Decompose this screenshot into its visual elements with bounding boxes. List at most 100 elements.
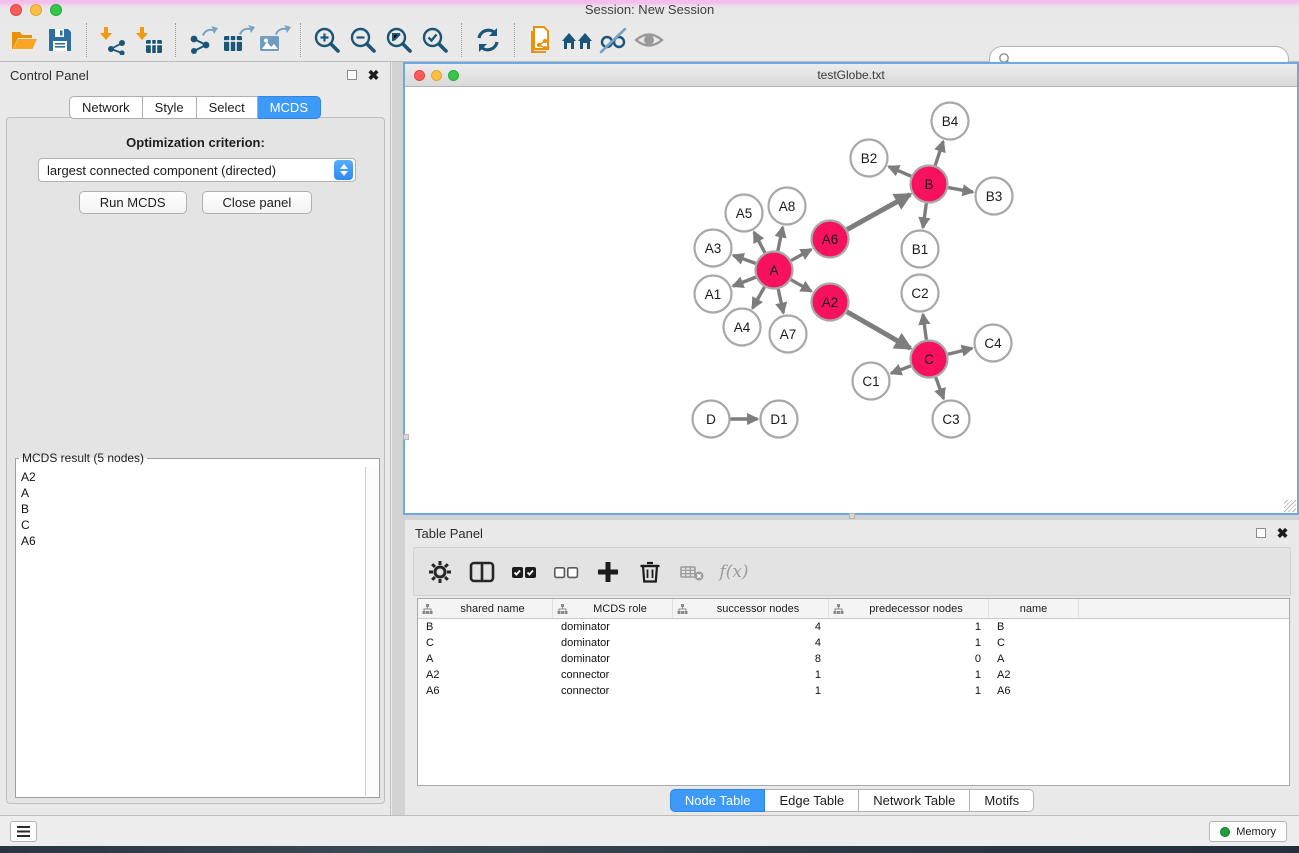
import-network-icon[interactable] [95,22,131,58]
mcds-result-item[interactable]: A6 [21,533,361,549]
node-C4[interactable]: C4 [975,325,1012,362]
node-B2[interactable]: B2 [851,140,888,177]
function-builder-icon[interactable]: f(x) [720,558,748,586]
node-B1[interactable]: B1 [902,231,939,268]
node-A[interactable]: A [756,252,793,289]
hide-selected-icon[interactable] [595,22,631,58]
table-cell[interactable]: 1 [829,637,989,649]
node-A7[interactable]: A7 [770,316,807,353]
table-row[interactable]: A2connector11A2 [418,667,1289,683]
table-cell[interactable]: 1 [829,685,989,697]
tab-select[interactable]: Select [197,96,258,119]
edge-A-A6[interactable] [791,249,811,260]
mcds-result-item[interactable]: A [21,485,361,501]
table-cell[interactable]: 1 [673,669,829,681]
column-header-successor-nodes[interactable]: successor nodes [673,599,829,618]
table-cell[interactable]: 1 [829,621,989,633]
edge-C-C1[interactable] [891,366,911,373]
zoom-selected-icon[interactable] [417,22,453,58]
node-B[interactable]: B [911,166,948,203]
splitter-handle[interactable] [849,513,855,519]
zoom-in-icon[interactable] [309,22,345,58]
node-D[interactable]: D [693,401,730,438]
mcds-result-list[interactable]: A2ABCA6 [17,467,365,796]
node-A5[interactable]: A5 [726,195,763,232]
edge-A2-C[interactable] [847,312,910,349]
column-header-name[interactable]: name [989,599,1079,618]
node-A2[interactable]: A2 [812,284,849,321]
network-canvas[interactable]: B4B2BB3A8A5A6A3B1AC2A1A2A4A7C4CC1C3DD1 [405,87,1297,513]
table-row[interactable]: Cdominator41C [418,635,1289,651]
tab-node-table[interactable]: Node Table [670,789,766,812]
table-cell[interactable]: C [418,637,553,649]
mcds-result-item[interactable]: A2 [21,469,361,485]
tab-network-table[interactable]: Network Table [859,789,970,812]
node-C3[interactable]: C3 [933,401,970,438]
edge-C-C3[interactable] [936,377,944,399]
import-table-icon[interactable] [131,22,167,58]
export-table-icon[interactable] [220,22,256,58]
float-panel-icon[interactable] [345,69,358,82]
node-C2[interactable]: C2 [902,275,939,312]
table-row[interactable]: A6connector11A6 [418,683,1289,699]
table-cell[interactable]: 1 [673,685,829,697]
edge-B-B4[interactable] [935,141,943,165]
split-table-icon[interactable] [468,558,496,586]
delete-column-icon[interactable] [636,558,664,586]
table-cell[interactable]: connector [553,685,673,697]
table-cell[interactable]: A [418,653,553,665]
node-A6[interactable]: A6 [812,221,849,258]
tab-edge-table[interactable]: Edge Table [765,789,859,812]
close-panel-icon[interactable]: ✖ [367,69,380,82]
export-image-icon[interactable] [256,22,292,58]
close-panel-button[interactable]: Close panel [202,191,313,214]
edge-C-C4[interactable] [948,348,972,354]
network-window-titlebar[interactable]: testGlobe.txt [405,64,1297,87]
edge-B-B2[interactable] [889,167,911,177]
table-cell[interactable]: C [989,637,1079,649]
splitter-handle[interactable] [403,434,409,440]
save-session-icon[interactable] [42,22,78,58]
table-cell[interactable]: A [989,653,1079,665]
node-C[interactable]: C [911,341,948,378]
table-cell[interactable]: A2 [418,669,553,681]
table-cell[interactable]: 0 [829,653,989,665]
show-hidden-icon[interactable] [631,22,667,58]
edge-A6-B[interactable] [847,194,910,229]
node-A4[interactable]: A4 [724,309,761,346]
table-cell[interactable]: dominator [553,621,673,633]
table-cell[interactable]: 4 [673,621,829,633]
refresh-layout-icon[interactable] [470,22,506,58]
node-C1[interactable]: C1 [853,363,890,400]
table-cell[interactable]: 8 [673,653,829,665]
edge-B-B1[interactable] [923,203,926,227]
table-cell[interactable]: A6 [418,685,553,697]
mcds-result-scrollbar[interactable] [365,467,378,796]
edge-A-A1[interactable] [733,277,756,286]
select-all-icon[interactable] [510,558,538,586]
table-settings-icon[interactable] [426,558,454,586]
mcds-result-item[interactable]: C [21,517,361,533]
zoom-out-icon[interactable] [345,22,381,58]
export-network-icon[interactable] [184,22,220,58]
table-cell[interactable]: dominator [553,653,673,665]
table-cell[interactable]: B [418,621,553,633]
mcds-result-item[interactable]: B [21,501,361,517]
node-D1[interactable]: D1 [761,401,798,438]
table-cell[interactable]: dominator [553,637,673,649]
first-neighbors-icon[interactable] [559,22,595,58]
close-panel-icon[interactable]: ✖ [1276,527,1289,540]
tab-network[interactable]: Network [69,96,143,119]
task-history-button[interactable] [10,821,37,842]
edge-A-A4[interactable] [753,287,765,308]
edge-B-B3[interactable] [948,188,973,193]
table-cell[interactable]: B [989,621,1079,633]
edge-A-A8[interactable] [778,227,783,251]
criterion-dropdown[interactable]: largest connected component (directed) [38,158,356,182]
tab-mcds[interactable]: MCDS [258,96,321,119]
new-network-from-selection-icon[interactable] [523,22,559,58]
edge-A-A3[interactable] [733,255,755,263]
edge-A-A5[interactable] [754,232,765,253]
node-B4[interactable]: B4 [932,103,969,140]
node-A1[interactable]: A1 [695,276,732,313]
